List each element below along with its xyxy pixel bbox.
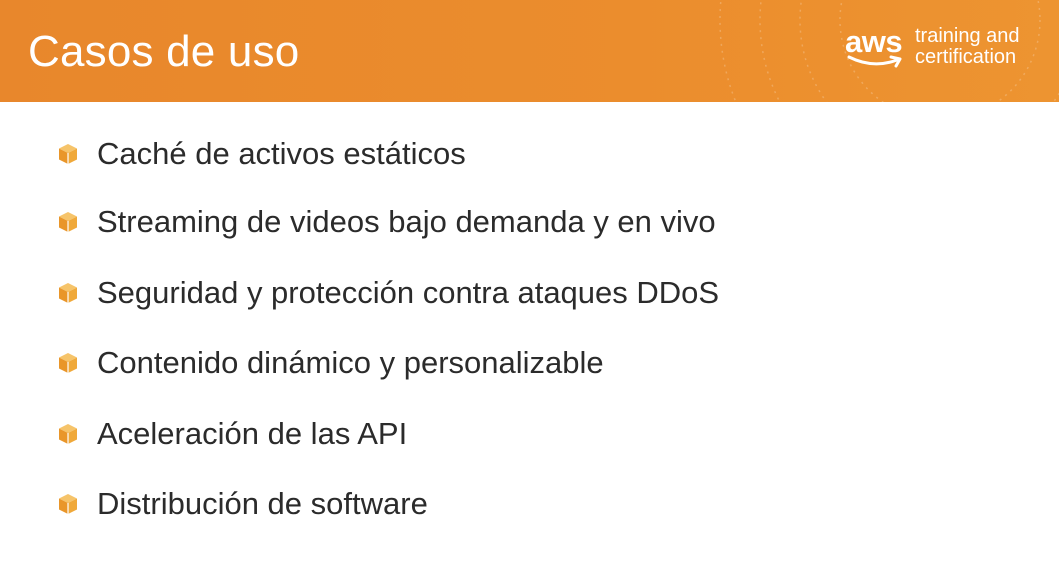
bullet-text: Contenido dinámico y personalizable (97, 345, 604, 380)
cube-icon (59, 283, 77, 303)
bullet-text: Distribución de software (97, 486, 428, 521)
list-item: Caché de activos estáticos (58, 134, 1018, 174)
list-item: Seguridad y protección contra ataques DD… (58, 273, 1018, 313)
bullet-list: Caché de activos estáticos Streaming de … (0, 0, 1059, 576)
list-item: Contenido dinámico y personalizable (58, 343, 1018, 383)
list-item: Distribución de software (58, 484, 1018, 524)
list-item: Aceleración de las API (58, 414, 1018, 454)
bullet-text: Streaming de videos bajo demanda y en vi… (97, 204, 716, 239)
bullet-text: Seguridad y protección contra ataques DD… (97, 275, 720, 310)
cube-icon (59, 494, 77, 514)
cube-icon (59, 353, 77, 373)
cube-icon (59, 144, 77, 164)
cube-icon (59, 212, 77, 232)
list-item: Streaming de videos bajo demanda y en vi… (58, 202, 1018, 242)
cube-icon (59, 424, 77, 444)
bullet-text: Aceleración de las API (97, 416, 408, 451)
bullet-text: Caché de activos estáticos (97, 136, 466, 171)
